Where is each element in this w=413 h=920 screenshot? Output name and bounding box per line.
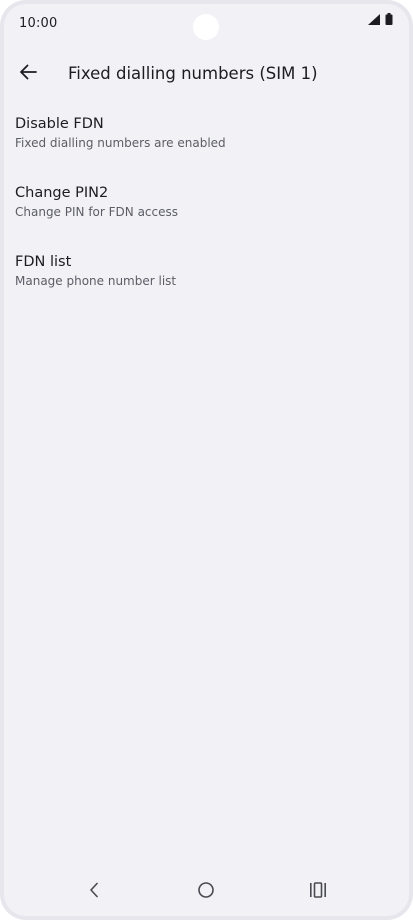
status-time: 10:00	[19, 16, 58, 31]
status-bar: 10:00	[4, 4, 409, 44]
status-icons	[368, 13, 393, 29]
setting-fdn-list[interactable]: FDN list Manage phone number list	[4, 245, 409, 314]
phone-frame: 10:00 Fixed dialling numbers (SIM 1) Dis…	[0, 0, 413, 920]
setting-subtitle: Change PIN for FDN access	[15, 205, 179, 219]
setting-change-pin2[interactable]: Change PIN2 Change PIN for FDN access	[4, 176, 409, 245]
back-button[interactable]	[10, 56, 46, 92]
setting-title: Disable FDN	[15, 116, 104, 132]
page-title: Fixed dialling numbers (SIM 1)	[68, 64, 318, 83]
nav-home-icon	[197, 881, 215, 903]
front-camera-cutout	[193, 14, 219, 40]
navigation-bar	[4, 868, 409, 916]
arrow-back-icon	[18, 62, 38, 86]
setting-title: FDN list	[15, 254, 72, 270]
nav-back-icon	[88, 882, 100, 902]
setting-subtitle: Manage phone number list	[15, 274, 177, 288]
nav-recents-icon	[309, 882, 327, 902]
setting-subtitle: Fixed dialling numbers are enabled	[15, 136, 226, 150]
settings-list: Disable FDN Fixed dialling numbers are e…	[4, 107, 409, 314]
app-bar: Fixed dialling numbers (SIM 1)	[4, 50, 409, 98]
screen: 10:00 Fixed dialling numbers (SIM 1) Dis…	[4, 4, 409, 916]
setting-title: Change PIN2	[15, 185, 109, 201]
setting-disable-fdn[interactable]: Disable FDN Fixed dialling numbers are e…	[4, 107, 409, 176]
battery-icon	[385, 10, 393, 29]
nav-recents-button[interactable]	[302, 876, 334, 908]
cellular-signal-icon	[368, 10, 380, 29]
nav-back-button[interactable]	[78, 876, 110, 908]
nav-home-button[interactable]	[190, 876, 222, 908]
